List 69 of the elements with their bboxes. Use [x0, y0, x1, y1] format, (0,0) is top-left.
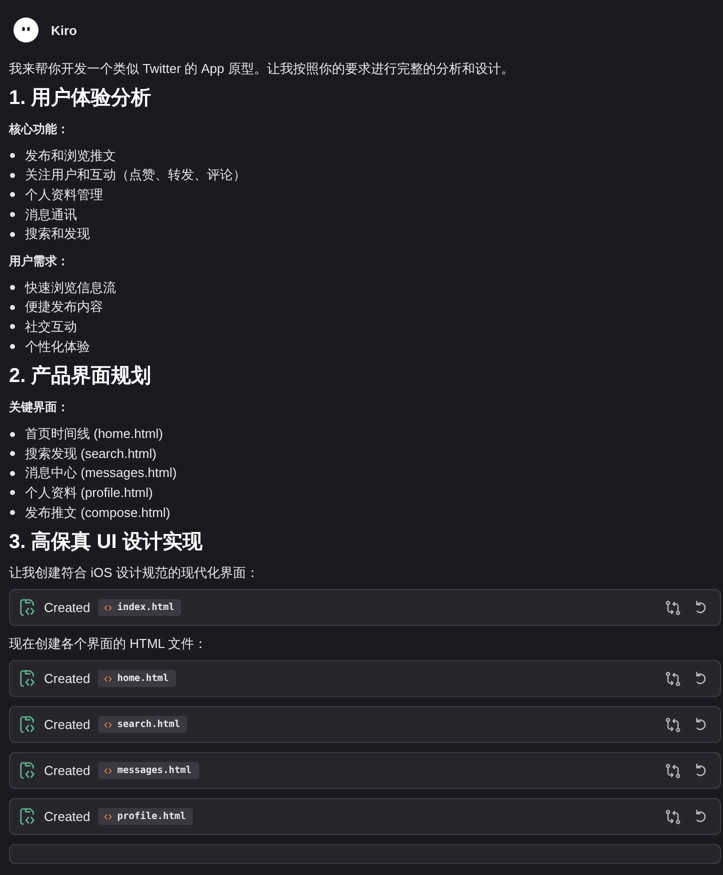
list-item: 社交互动	[25, 318, 77, 336]
compare-icon[interactable]	[665, 670, 681, 687]
bullet-icon	[10, 285, 15, 290]
bullet-icon	[10, 344, 15, 350]
list-item: 搜索和发现	[25, 225, 90, 244]
file-link[interactable]: search.html	[98, 716, 188, 734]
file-code-icon	[19, 669, 36, 688]
bullet-icon	[10, 304, 15, 310]
bullet-icon	[10, 153, 15, 158]
undo-icon[interactable]	[693, 809, 708, 824]
agent-name: Kiro	[51, 22, 77, 38]
section-heading: 2. 产品界面规划	[9, 364, 152, 388]
section-heading: 3. 高保真 UI 设计实现	[9, 530, 204, 554]
compare-icon[interactable]	[665, 600, 681, 616]
action-label: Created	[44, 763, 90, 778]
bullet-icon	[10, 212, 15, 218]
action-label: Created	[44, 600, 90, 616]
list-item: 个性化体验	[25, 338, 90, 356]
bullet-icon	[10, 490, 15, 496]
list-item: 发布和浏览推文	[25, 146, 116, 165]
bullet-icon	[10, 510, 15, 516]
file-code-icon	[19, 761, 36, 780]
compare-icon[interactable]	[665, 716, 681, 733]
message-text: 现在创建各个界面的 HTML 文件：	[9, 635, 208, 654]
message-text: 我来帮你开发一个类似 Twitter 的 App 原型。让我按照你的要求进行完整的分析和设计。	[9, 60, 515, 78]
subsection-label: 关键界面：	[9, 399, 70, 416]
list-item: 快速浏览信息流	[25, 278, 116, 297]
code-icon	[104, 768, 112, 774]
list-item: 便捷发布内容	[25, 298, 103, 316]
file-link[interactable]: profile.html	[98, 808, 193, 826]
compare-icon[interactable]	[665, 762, 681, 779]
action-label: Created	[44, 671, 90, 686]
list-item: 消息通讯	[25, 206, 77, 224]
file-code-icon	[19, 598, 36, 618]
list-item: 搜索发现 (search.html)	[25, 444, 156, 463]
code-icon	[104, 676, 112, 682]
list-item: 首页时间线 (home.html)	[25, 425, 163, 444]
bullet-icon	[10, 470, 15, 476]
list-item: 消息中心 (messages.html)	[25, 464, 177, 482]
list-item: 发布推文 (compose.html)	[25, 504, 170, 522]
code-icon	[104, 814, 112, 820]
file-link[interactable]: index.html	[98, 599, 182, 616]
undo-icon[interactable]	[693, 671, 708, 686]
file-code-icon	[19, 807, 36, 826]
file-code-icon	[19, 715, 36, 734]
code-icon	[104, 722, 112, 728]
bullet-icon	[10, 324, 15, 330]
subsection-label: 核心功能：	[9, 121, 70, 138]
compare-icon[interactable]	[665, 808, 681, 825]
list-item: 关注用户和互动（点赞、转发、评论）	[25, 166, 246, 184]
action-label: Created	[44, 809, 90, 824]
action-label: Created	[44, 717, 90, 732]
list-item: 个人资料管理	[25, 186, 103, 204]
bullet-icon	[10, 451, 15, 456]
section-heading: 1. 用户体验分析	[9, 86, 152, 110]
undo-icon[interactable]	[693, 763, 708, 778]
bullet-icon	[10, 432, 15, 437]
bullet-icon	[10, 232, 15, 237]
avatar-icon	[13, 17, 39, 43]
bullet-icon	[10, 172, 15, 178]
code-icon	[104, 604, 112, 611]
undo-icon[interactable]	[693, 600, 708, 616]
message-text: 让我创建符合 iOS 设计规范的现代化界面：	[9, 564, 260, 582]
file-link[interactable]: home.html	[98, 670, 176, 688]
file-link[interactable]: messages.html	[98, 762, 199, 780]
subsection-label: 用户需求：	[9, 252, 70, 270]
undo-icon[interactable]	[693, 717, 708, 732]
list-item: 个人资料 (profile.html)	[25, 484, 153, 502]
bullet-icon	[10, 192, 15, 198]
